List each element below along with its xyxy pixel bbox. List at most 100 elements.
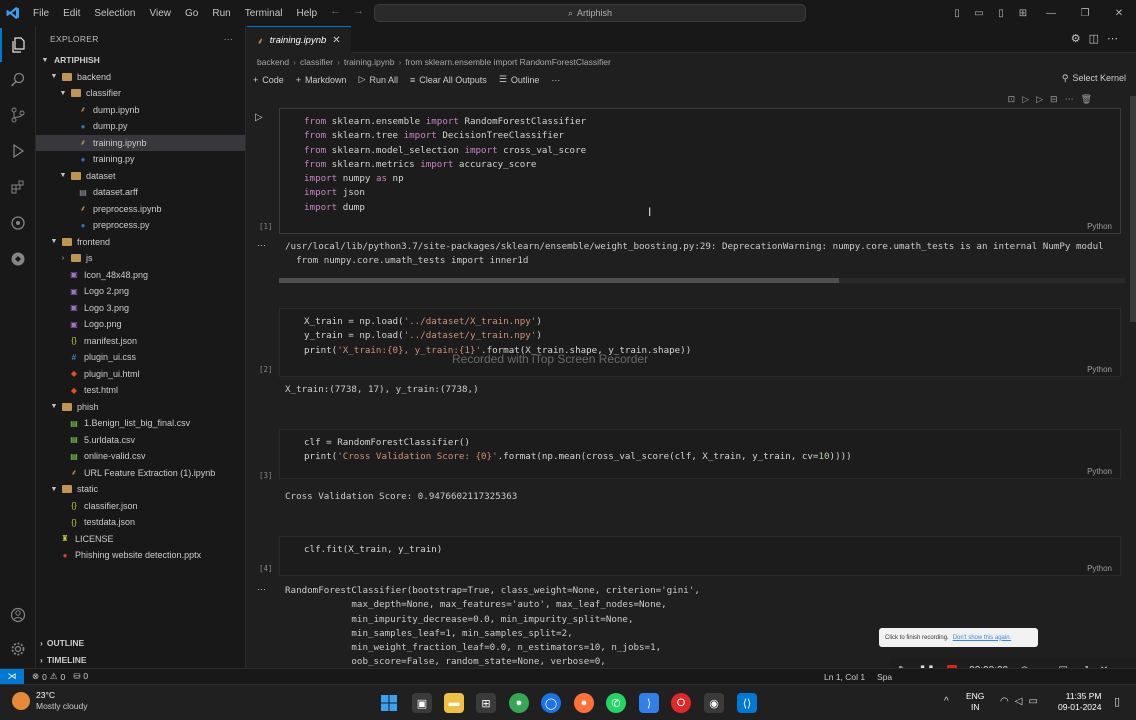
file-item[interactable]: ● preprocess.py [36,217,245,234]
restore-button[interactable]: ❐ [1068,8,1102,19]
tray-overflow-icon[interactable]: ^ [944,696,949,707]
close-tab-icon[interactable]: ✕ [332,35,340,46]
execute-above-icon[interactable]: ▷ [1022,94,1036,104]
file-item[interactable]: ◆ plugin_ui.html [36,366,245,383]
folder-item[interactable]: › js [36,250,245,267]
outline-button[interactable]: ☰ Outline [499,74,540,85]
menu-item-help[interactable]: Help [290,8,325,19]
source-control-icon[interactable] [0,98,36,132]
file-item[interactable]: ▣ Logo 2.png [36,283,245,300]
cell-language[interactable]: Python [1087,365,1112,374]
folder-item[interactable]: ▼ frontend [36,234,245,251]
split-cell-icon[interactable]: ⊟ [1050,94,1065,104]
command-center-search[interactable]: ⌕ Artiphish [374,4,806,22]
menu-item-go[interactable]: Go [178,8,205,19]
nav-arrows[interactable]: ←→ [330,5,376,17]
breadcrumb-item[interactable]: classifier [300,57,333,67]
file-item[interactable]: ▣ Logo.png [36,316,245,333]
toolbar-more-button[interactable]: ··· [551,75,560,85]
folder-item[interactable]: ▼ backend [36,69,245,86]
breadcrumb-item[interactable]: training.ipynb [344,57,395,67]
wifi-icon[interactable]: ◠ [1000,696,1015,707]
menu-item-view[interactable]: View [143,8,179,19]
file-item[interactable]: ● training.py [36,151,245,168]
run-by-line-icon[interactable]: ⊡ [1008,94,1023,104]
folder-item[interactable]: ▼ static [36,481,245,498]
code-editor[interactable]: clf = RandomForestClassifier() print('Cro… [279,429,1121,479]
file-explorer-icon[interactable]: ▬ [444,693,464,713]
gear-icon[interactable]: ⚙ [1071,33,1089,45]
editor-vertical-scrollbar[interactable] [1130,96,1136,322]
problems-status[interactable]: ⊗ 0 ⚠ 0 [32,671,65,682]
clear-all-outputs-button[interactable]: ≡ Clear All Outputs [410,75,487,85]
explorer-more-icon[interactable]: ··· [224,34,233,44]
notebook-cell[interactable]: X_train = np.load('../dataset/X_train.np… [247,308,1127,408]
windows-start-icon[interactable] [379,693,399,713]
toggle-panel-icon[interactable]: ▭ [968,8,990,19]
output-horizontal-scrollbar[interactable] [279,278,1125,283]
cell-more-icon[interactable]: ⋯ [1065,94,1081,104]
menu-item-edit[interactable]: Edit [56,8,87,19]
volume-icon[interactable]: ◁ [1015,696,1029,707]
breadcrumb-item[interactable]: backend [257,57,289,67]
file-item[interactable]: ▤ online-valid.csv [36,448,245,465]
account-icon[interactable] [0,598,36,632]
file-item[interactable]: ▤ 5.urldata.csv [36,432,245,449]
delete-cell-icon[interactable]: 🗑 [1081,94,1099,104]
add-code-cell-button[interactable]: + Code [253,75,284,85]
close-window-button[interactable]: ✕ [1102,8,1136,19]
notifications-icon[interactable]: ▯ [1114,695,1120,708]
file-item[interactable]: ♜ LICENSE [36,531,245,548]
file-item[interactable]: ▣ Icon_48x48.png [36,267,245,284]
weather-widget[interactable]: 23°C Mostly cloudy [12,690,88,712]
firefox-icon[interactable]: ● [574,693,594,713]
notebook-cell[interactable]: ▷ ⊡▷▷⊟⋯🗑 from sklearn.ensemble import Ra… [247,94,1127,308]
folder-item[interactable]: ▼ dataset [36,168,245,185]
run-all-button[interactable]: ▷ Run All [359,74,398,85]
file-item[interactable]: ▤ dataset.arff [36,184,245,201]
toggle-sidebar-icon[interactable]: ▯ [946,8,968,19]
copilot-icon[interactable] [0,206,36,240]
notebook-cell[interactable]: clf = RandomForestClassifier() print('Cro… [247,429,1127,519]
indentation-status[interactable]: Spa [877,672,892,682]
notebook-cell[interactable]: clf.fit(X_train, y_train) Python [4] ···… [247,536,1127,676]
code-editor[interactable]: X_train = np.load('../dataset/X_train.np… [279,308,1121,377]
scrollbar-thumb[interactable] [279,278,839,283]
breadcrumb-item[interactable]: from sklearn.ensemble import RandomFores… [405,57,611,67]
more-actions-icon[interactable]: ⋯ [1107,33,1126,45]
output-more-icon[interactable]: ··· [257,584,266,594]
minimize-button[interactable]: — [1034,8,1068,19]
extensions-icon[interactable] [0,170,36,204]
file-item[interactable]: {} manifest.json [36,333,245,350]
code-editor[interactable]: from sklearn.ensemble import RandomFores… [279,108,1121,234]
task-view-icon[interactable]: ▣ [412,693,432,713]
recorder-dismiss-link[interactable]: Don't show this again. [953,635,1012,641]
file-item[interactable]: ● dump.py [36,118,245,135]
search-icon[interactable] [0,63,36,97]
menu-item-file[interactable]: File [26,8,56,19]
battery-icon[interactable]: ▭ [1028,696,1043,707]
explorer-icon[interactable] [0,28,36,62]
code-editor[interactable]: clf.fit(X_train, y_train) Python [279,536,1121,576]
folder-item[interactable]: ▼ classifier [36,85,245,102]
menu-item-run[interactable]: Run [205,8,237,19]
settings-gear-icon[interactable] [0,632,36,666]
file-item[interactable]: ⸙ training.ipynb [36,134,245,151]
recorder-app-icon[interactable]: ◉ [704,693,724,713]
file-item[interactable]: # plugin_ui.css [36,349,245,366]
cell-language[interactable]: Python [1087,564,1112,573]
run-debug-icon[interactable] [0,134,36,168]
cursor-position[interactable]: Ln 1, Col 1 [824,672,865,682]
opera-icon[interactable]: O [671,693,691,713]
menu-item-selection[interactable]: Selection [87,8,142,19]
cell-language[interactable]: Python [1087,222,1112,231]
workspace-root[interactable]: ▼ ARTIPHISH [36,52,245,69]
folder-item[interactable]: ▼ phish [36,399,245,416]
file-item[interactable]: {} classifier.json [36,498,245,515]
tab-training-ipynb[interactable]: ⸙ training.ipynb ✕ [247,26,351,53]
select-kernel-button[interactable]: ⚲ Select Kernel [1062,73,1126,84]
file-item[interactable]: {} testdata.json [36,514,245,531]
file-item[interactable]: ⸙ dump.ipynb [36,102,245,119]
file-item[interactable]: ▣ Logo 3.png [36,300,245,317]
edge-icon[interactable]: ◯ [541,693,561,713]
